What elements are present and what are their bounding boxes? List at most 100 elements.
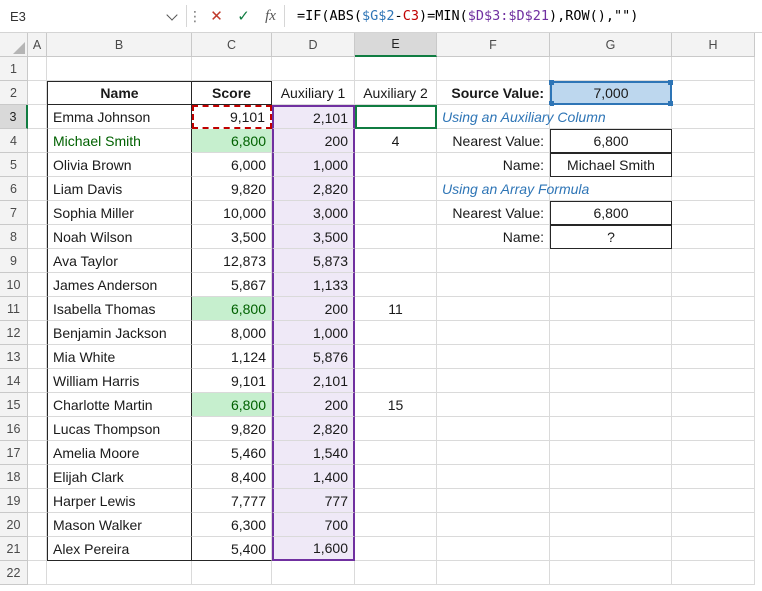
cell-C16[interactable]: 9,820 xyxy=(192,417,272,441)
cell-G1[interactable] xyxy=(550,57,672,81)
cell-F6[interactable]: Using an Array Formula xyxy=(437,177,589,201)
chevron-down-icon[interactable] xyxy=(166,8,178,21)
cell-F14[interactable] xyxy=(437,369,550,393)
cell-D9[interactable]: 5,873 xyxy=(272,249,355,273)
row-header-15[interactable]: 15 xyxy=(0,393,28,417)
cell-H9[interactable] xyxy=(672,249,755,273)
cell-G2[interactable]: 7,000 xyxy=(549,80,673,106)
cell-C15[interactable]: 6,800 xyxy=(192,393,272,417)
cell-B1[interactable] xyxy=(47,57,192,81)
cancel-button[interactable]: ✕ xyxy=(203,0,230,32)
cell-B21[interactable]: Alex Pereira xyxy=(47,537,192,561)
row-header-19[interactable]: 19 xyxy=(0,489,28,513)
cell-G5[interactable]: Michael Smith xyxy=(550,153,672,177)
cell-C9[interactable]: 12,873 xyxy=(192,249,272,273)
cell-D4[interactable]: 200 xyxy=(272,129,355,153)
cell-F3[interactable]: Using an Auxiliary Column xyxy=(437,105,606,129)
cell-A5[interactable] xyxy=(28,153,47,177)
cell-A13[interactable] xyxy=(28,345,47,369)
cell-C5[interactable]: 6,000 xyxy=(192,153,272,177)
cell-B5[interactable]: Olivia Brown xyxy=(47,153,192,177)
cell-G8[interactable]: ? xyxy=(550,225,672,249)
cell-E4[interactable]: 4 xyxy=(355,129,437,153)
cell-E6[interactable] xyxy=(355,177,437,201)
cell-H6[interactable] xyxy=(672,177,755,201)
cell-A16[interactable] xyxy=(28,417,47,441)
cell-D10[interactable]: 1,133 xyxy=(272,273,355,297)
cell-F20[interactable] xyxy=(437,513,550,537)
column-header-E[interactable]: E xyxy=(355,33,437,57)
select-all-button[interactable] xyxy=(0,33,28,57)
row-header-8[interactable]: 8 xyxy=(0,225,28,249)
cell-D22[interactable] xyxy=(272,561,355,585)
cell-G10[interactable] xyxy=(550,273,672,297)
cell-A7[interactable] xyxy=(28,201,47,225)
cell-E12[interactable] xyxy=(355,321,437,345)
cell-A19[interactable] xyxy=(28,489,47,513)
cell-D13[interactable]: 5,876 xyxy=(272,345,355,369)
cell-C3[interactable]: 9,101 xyxy=(192,105,272,129)
cell-E15[interactable]: 15 xyxy=(355,393,437,417)
cell-H4[interactable] xyxy=(672,129,755,153)
cell-E21[interactable] xyxy=(355,537,437,561)
selection-handle[interactable] xyxy=(668,101,673,106)
cell-C19[interactable]: 7,777 xyxy=(192,489,272,513)
cell-C6[interactable]: 9,820 xyxy=(192,177,272,201)
cell-A4[interactable] xyxy=(28,129,47,153)
cell-C21[interactable]: 5,400 xyxy=(192,537,272,561)
cell-C22[interactable] xyxy=(192,561,272,585)
cell-E2[interactable]: Auxiliary 2 xyxy=(355,81,437,105)
cell-B11[interactable]: Isabella Thomas xyxy=(47,297,192,321)
cell-C14[interactable]: 9,101 xyxy=(192,369,272,393)
cell-B19[interactable]: Harper Lewis xyxy=(47,489,192,513)
cell-A3[interactable] xyxy=(28,105,47,129)
cell-D1[interactable] xyxy=(272,57,355,81)
cell-F1[interactable] xyxy=(437,57,550,81)
cell-B17[interactable]: Amelia Moore xyxy=(47,441,192,465)
row-header-10[interactable]: 10 xyxy=(0,273,28,297)
cell-H19[interactable] xyxy=(672,489,755,513)
cell-G20[interactable] xyxy=(550,513,672,537)
enter-button[interactable]: ✓ xyxy=(230,0,257,32)
row-header-2[interactable]: 2 xyxy=(0,81,28,105)
cell-E3[interactable] xyxy=(355,105,437,129)
cell-D15[interactable]: 200 xyxy=(272,393,355,417)
cell-B7[interactable]: Sophia Miller xyxy=(47,201,192,225)
cell-F2[interactable]: Source Value: xyxy=(437,81,550,105)
cell-A10[interactable] xyxy=(28,273,47,297)
cell-C7[interactable]: 10,000 xyxy=(192,201,272,225)
cell-G7[interactable]: 6,800 xyxy=(550,201,672,225)
cell-A2[interactable] xyxy=(28,81,47,105)
cell-B3[interactable]: Emma Johnson xyxy=(47,105,192,129)
row-header-3[interactable]: 3 xyxy=(0,105,28,129)
row-header-18[interactable]: 18 xyxy=(0,465,28,489)
cell-B14[interactable]: William Harris xyxy=(47,369,192,393)
column-header-C[interactable]: C xyxy=(192,33,272,57)
cell-H22[interactable] xyxy=(672,561,755,585)
cell-G12[interactable] xyxy=(550,321,672,345)
cell-B18[interactable]: Elijah Clark xyxy=(47,465,192,489)
cell-B6[interactable]: Liam Davis xyxy=(47,177,192,201)
cell-A17[interactable] xyxy=(28,441,47,465)
cell-E9[interactable] xyxy=(355,249,437,273)
cell-F12[interactable] xyxy=(437,321,550,345)
row-header-12[interactable]: 12 xyxy=(0,321,28,345)
row-header-20[interactable]: 20 xyxy=(0,513,28,537)
cell-G11[interactable] xyxy=(550,297,672,321)
cell-A18[interactable] xyxy=(28,465,47,489)
cell-G22[interactable] xyxy=(550,561,672,585)
cell-D3[interactable]: 2,101 xyxy=(272,105,355,129)
cell-H12[interactable] xyxy=(672,321,755,345)
cell-F7[interactable]: Nearest Value: xyxy=(437,201,550,225)
cell-F18[interactable] xyxy=(437,465,550,489)
cell-B4[interactable]: Michael Smith xyxy=(47,129,192,153)
cell-F22[interactable] xyxy=(437,561,550,585)
cell-C18[interactable]: 8,400 xyxy=(192,465,272,489)
cell-A14[interactable] xyxy=(28,369,47,393)
cell-D17[interactable]: 1,540 xyxy=(272,441,355,465)
cell-E8[interactable] xyxy=(355,225,437,249)
row-header-14[interactable]: 14 xyxy=(0,369,28,393)
cell-G19[interactable] xyxy=(550,489,672,513)
cell-E10[interactable] xyxy=(355,273,437,297)
cell-A22[interactable] xyxy=(28,561,47,585)
